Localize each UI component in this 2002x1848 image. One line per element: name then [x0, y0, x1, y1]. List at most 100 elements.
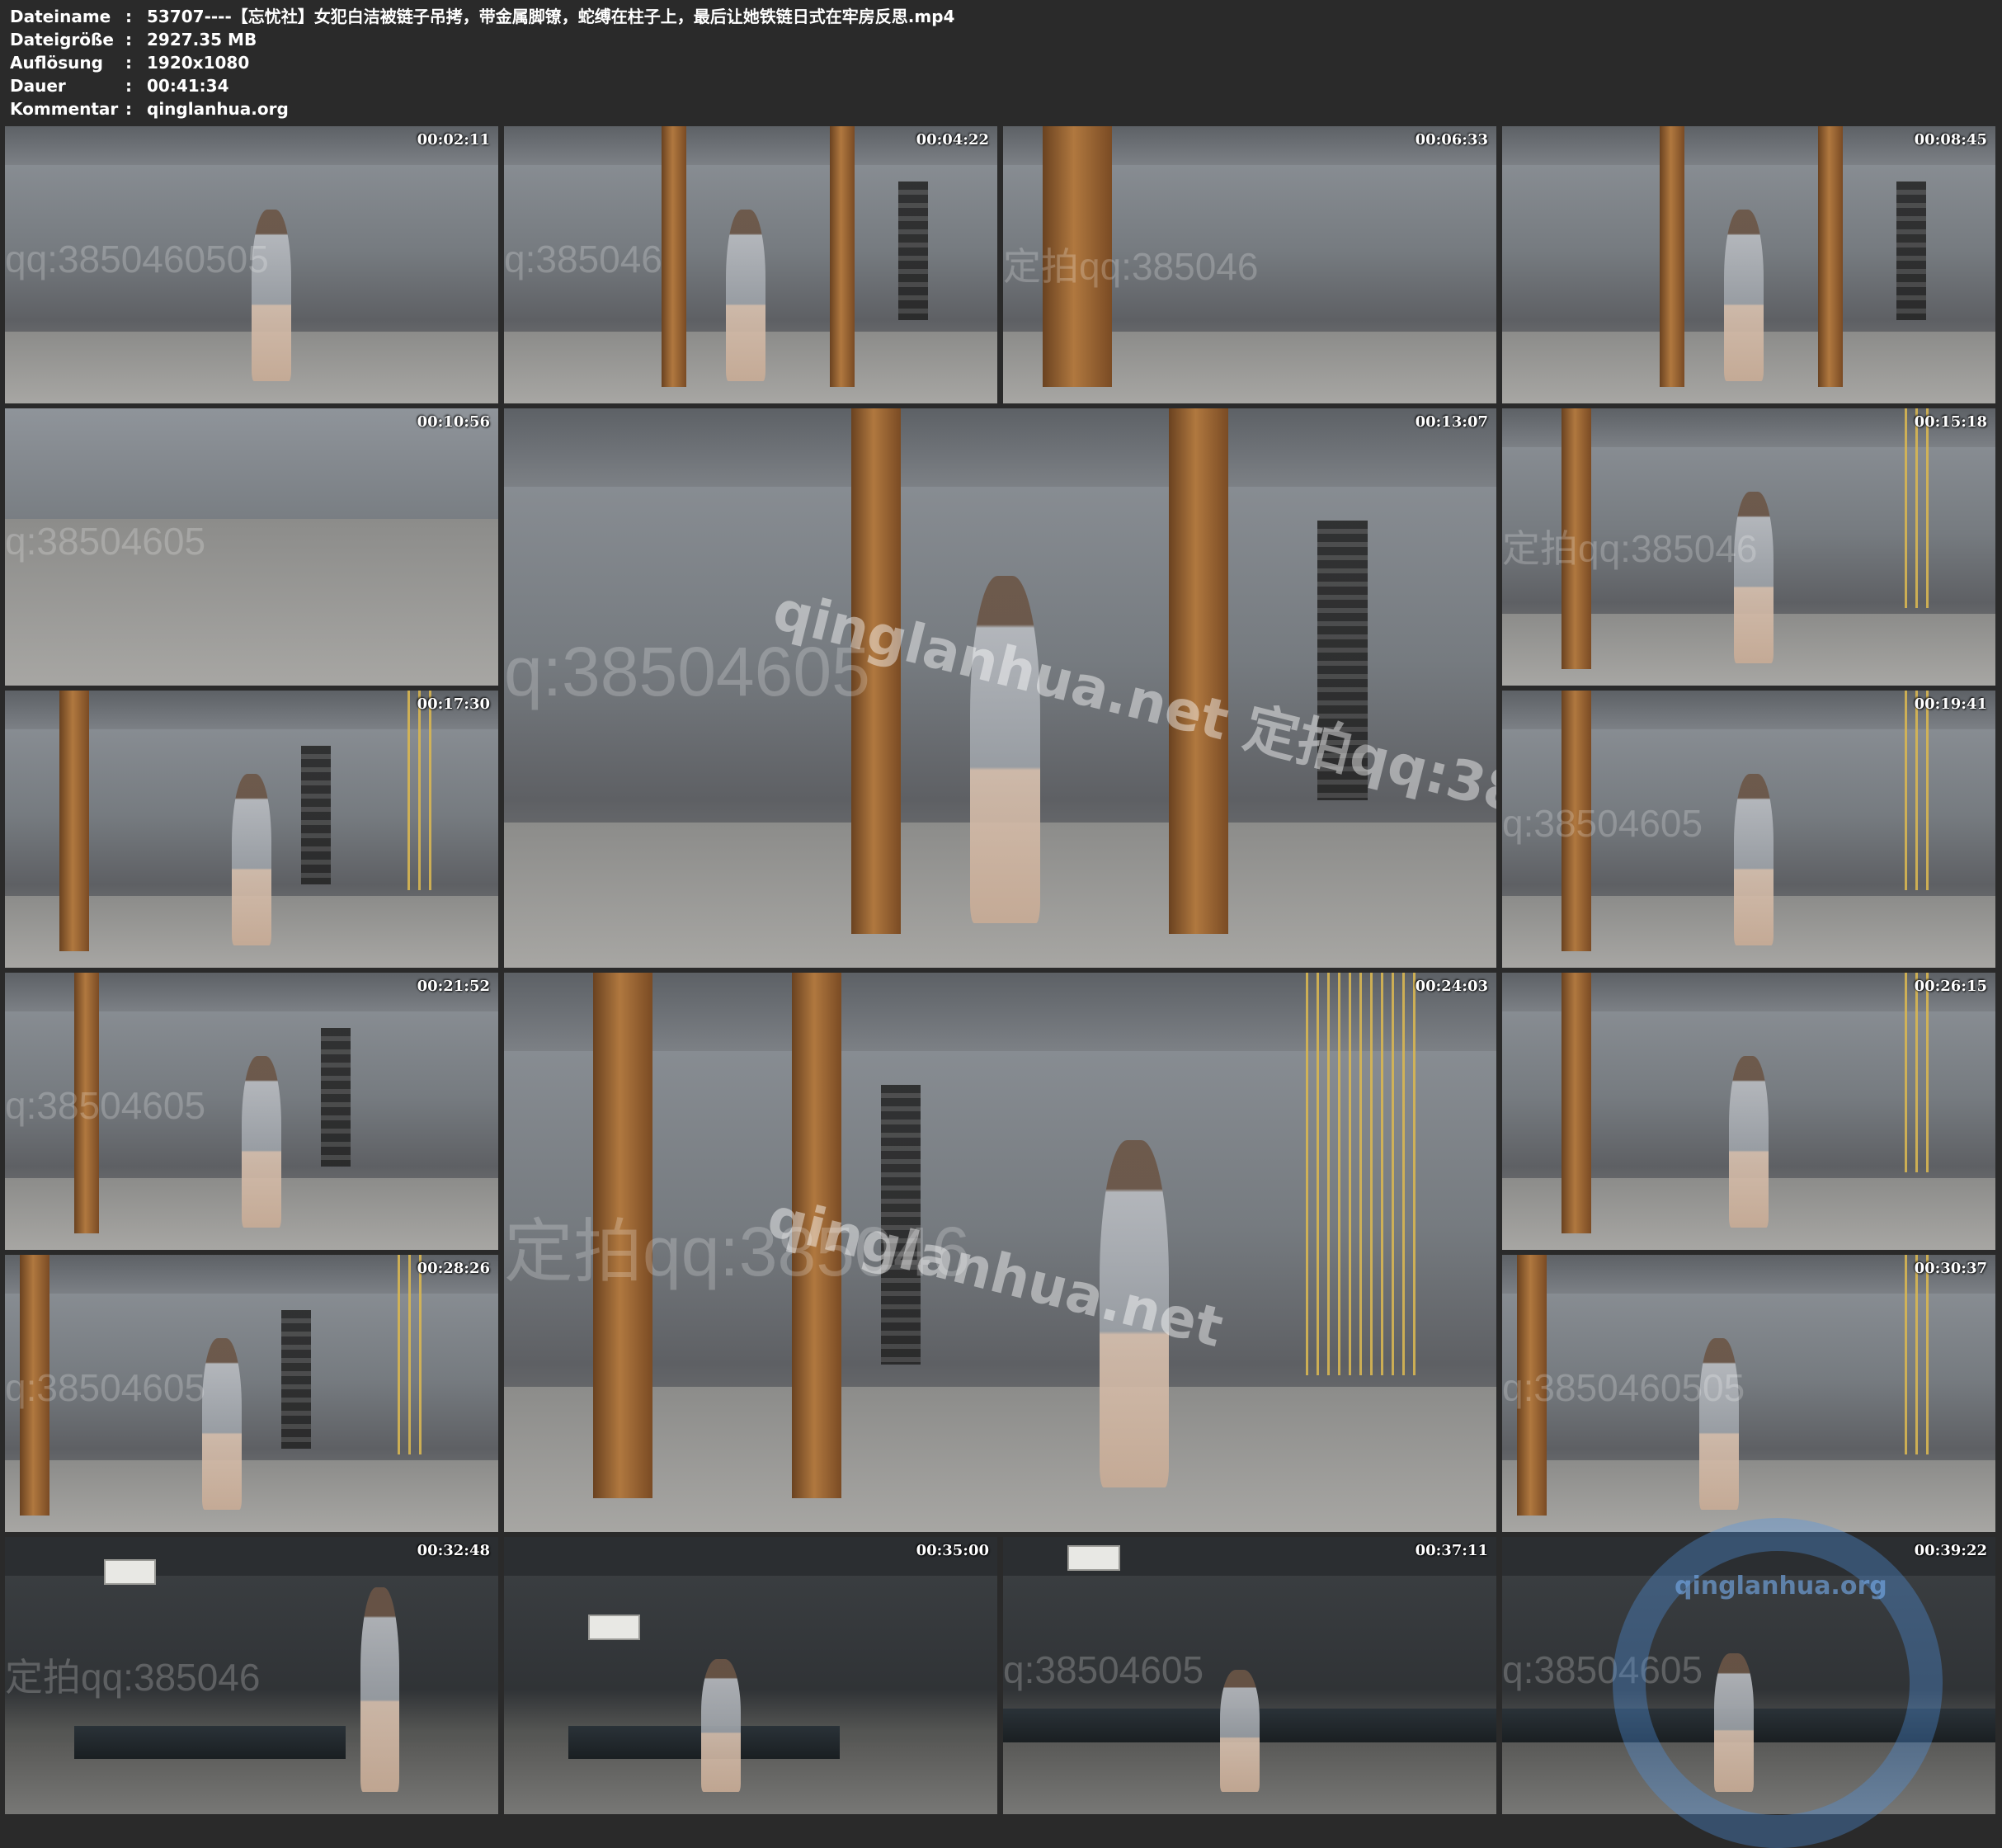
hanging-chains	[300, 746, 331, 885]
timestamp-label: 00:06:33	[1415, 131, 1488, 148]
video-thumbnail[interactable]: q:38504605 00:21:52	[5, 973, 498, 1250]
info-separator: :	[125, 7, 132, 26]
timestamp-label: 00:04:22	[916, 131, 989, 148]
timestamp-label: 00:08:45	[1914, 131, 1987, 148]
info-row-resolution: Auflösung : 1920x1080	[10, 51, 1990, 74]
timestamp-label: 00:10:56	[417, 413, 490, 431]
hanging-ropes	[1896, 1255, 1937, 1454]
info-value: 2927.35 MB	[147, 30, 257, 50]
watermark-logo	[1613, 1518, 1943, 1848]
timestamp-label: 00:35:00	[916, 1542, 989, 1559]
wooden-post	[59, 691, 89, 951]
timestamp-label: 00:39:22	[1914, 1542, 1987, 1559]
info-row-comment: Kommentar : qinglanhua.org	[10, 97, 1990, 120]
info-separator: :	[125, 99, 132, 119]
info-label: Dateigröße	[10, 30, 114, 50]
person-figure	[202, 1337, 243, 1511]
hanging-chains	[898, 182, 929, 321]
watermark-text: 定拍qq:385046	[5, 1656, 261, 1700]
video-thumbnail[interactable]: 定拍qq:385046 00:32:48	[5, 1537, 498, 1814]
timestamp-label: 00:19:41	[1914, 695, 1987, 713]
person-figure	[1699, 1337, 1740, 1511]
hanging-ropes	[389, 1255, 430, 1454]
watermark-text: q:385046	[504, 238, 662, 281]
watermark-text: q:38504605	[1003, 1648, 1204, 1692]
info-separator: :	[125, 76, 132, 96]
file-info-header: Dateiname : 53707----【忘忧社】女犯白洁被链子吊拷，带金属脚…	[10, 5, 1990, 119]
watermark-text: q:38504605	[5, 520, 206, 563]
person-figure	[242, 1055, 281, 1228]
video-thumbnail[interactable]: 定拍qq:385046 00:15:18	[1502, 408, 1995, 686]
video-thumbnail[interactable]: 定拍qq:385046 00:06:33	[1003, 126, 1496, 403]
timestamp-label: 00:28:26	[417, 1260, 490, 1277]
timestamp-label: 00:37:11	[1415, 1542, 1488, 1559]
person-figure	[1734, 491, 1774, 664]
hanging-ropes	[1298, 973, 1417, 1376]
person-figure	[1729, 1055, 1769, 1228]
video-thumbnail[interactable]: 00:26:15	[1502, 973, 1995, 1250]
wooden-post	[829, 126, 855, 387]
person-figure	[252, 209, 291, 382]
cell-window	[103, 1558, 157, 1585]
info-value: 53707----【忘忧社】女犯白洁被链子吊拷，带金属脚镣，蛇缚在柱子上，最后让…	[147, 7, 955, 26]
hanging-chains	[280, 1310, 311, 1450]
info-row-duration: Dauer : 00:41:34	[10, 74, 1990, 97]
watermark-text: q:3850460505	[1502, 1366, 1745, 1410]
timestamp-label: 00:15:18	[1914, 413, 1987, 431]
info-label: Auflösung	[10, 53, 103, 73]
timestamp-label: 00:13:07	[1415, 413, 1488, 431]
video-thumbnail[interactable]: q:3850460505 00:30:37	[1502, 1255, 1995, 1532]
hanging-ropes	[1896, 408, 1937, 608]
hanging-ropes	[1896, 691, 1937, 890]
watermark-text: q:38504605	[1502, 802, 1703, 846]
video-thumbnail-large[interactable]: 定拍qq:385046 00:24:03 qinglanhua.net	[504, 973, 1496, 1532]
info-value: 00:41:34	[147, 76, 229, 96]
person-figure	[1734, 773, 1774, 946]
video-thumbnail[interactable]: 00:17:30	[5, 691, 498, 968]
person-figure	[1724, 209, 1764, 382]
video-thumbnail[interactable]: q:38504605 00:28:26	[5, 1255, 498, 1532]
watermark-text: 定拍qq:385046	[1003, 245, 1259, 289]
info-value: qinglanhua.org	[147, 99, 289, 119]
info-label: Kommentar	[10, 99, 119, 119]
hanging-chains	[1896, 182, 1927, 321]
timestamp-label: 00:02:11	[417, 131, 490, 148]
hanging-chains	[320, 1028, 351, 1167]
watermark-text: q:38504605	[5, 1366, 206, 1410]
hanging-ropes	[1896, 973, 1937, 1172]
watermark-logo-text: qinglanhua.org	[1675, 1572, 1887, 1600]
timestamp-label: 00:17:30	[417, 695, 490, 713]
watermark-text: q:38504605	[5, 1084, 206, 1128]
info-row-filename: Dateiname : 53707----【忘忧社】女犯白洁被链子吊拷，带金属脚…	[10, 5, 1990, 28]
wooden-post	[1561, 973, 1591, 1233]
timestamp-label: 00:21:52	[417, 978, 490, 995]
video-thumbnail[interactable]: 00:35:00	[504, 1537, 997, 1814]
info-value: 1920x1080	[147, 53, 250, 73]
video-thumbnail-large[interactable]: q:38504605 00:13:07 qinglanhua.net 定拍qq:…	[504, 408, 1496, 968]
info-separator: :	[125, 30, 132, 50]
video-thumbnail[interactable]: q:38504605 00:37:11	[1003, 1537, 1496, 1814]
video-thumbnail[interactable]: q:38504605 00:10:56	[5, 408, 498, 686]
timestamp-label: 00:26:15	[1914, 978, 1987, 995]
video-thumbnail[interactable]: qq:3850460505 00:02:11	[5, 126, 498, 403]
cell-bed	[73, 1725, 346, 1759]
person-figure	[232, 773, 271, 946]
info-label: Dauer	[10, 76, 66, 96]
person-figure	[726, 209, 765, 382]
watermark-text: qq:3850460505	[5, 238, 269, 281]
cell-window	[587, 1615, 641, 1640]
timestamp-label: 00:30:37	[1914, 1260, 1987, 1277]
video-thumbnail[interactable]: 00:08:45	[1502, 126, 1995, 403]
video-thumbnail[interactable]: q:385046 00:04:22	[504, 126, 997, 403]
person-figure	[360, 1586, 400, 1793]
info-separator: :	[125, 53, 132, 73]
wooden-post	[1660, 126, 1685, 387]
info-row-filesize: Dateigröße : 2927.35 MB	[10, 28, 1990, 51]
timestamp-label: 00:32:48	[417, 1542, 490, 1559]
watermark-text: 定拍qq:385046	[1502, 527, 1758, 571]
info-label: Dateiname	[10, 7, 111, 26]
person-figure	[1220, 1670, 1260, 1793]
hanging-ropes	[399, 691, 440, 890]
wooden-post	[662, 126, 687, 387]
video-thumbnail[interactable]: q:38504605 00:19:41	[1502, 691, 1995, 968]
